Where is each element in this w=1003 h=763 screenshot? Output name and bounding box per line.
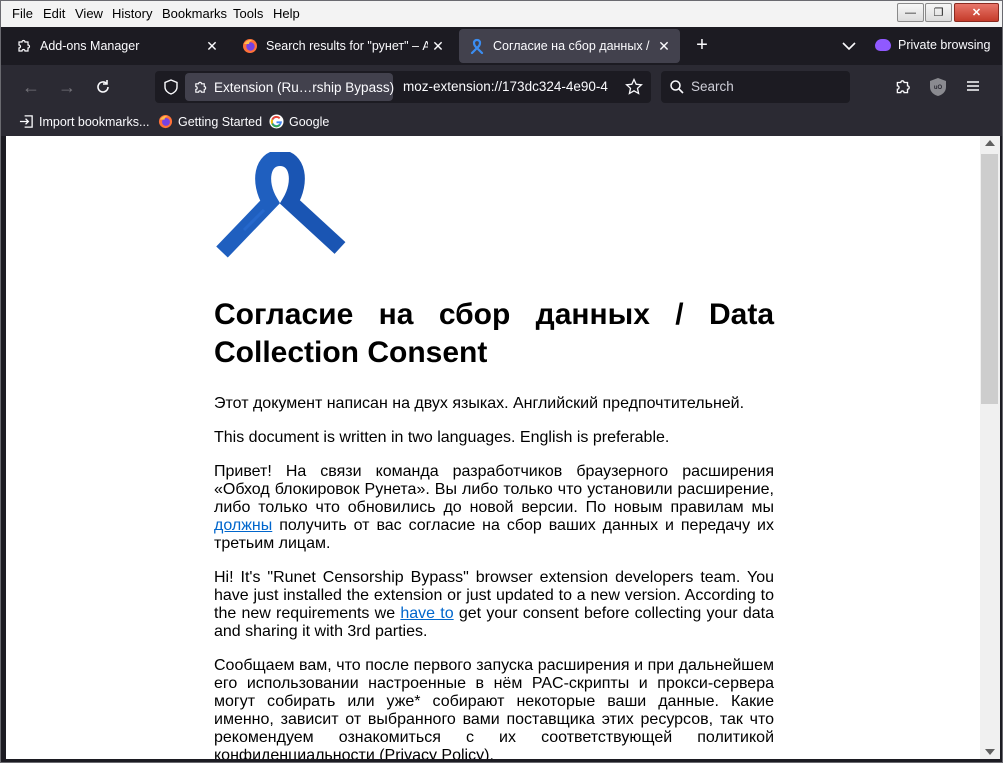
bookmark-import[interactable]: Import bookmarks... (19, 114, 149, 129)
reload-button[interactable] (91, 75, 115, 99)
private-browsing-indicator: Private browsing (875, 38, 990, 52)
minimize-icon: — (905, 6, 916, 19)
star-icon[interactable] (625, 78, 643, 96)
paragraph-ru-intro: Этот документ написан на двух языках. Ан… (214, 395, 745, 412)
menu-bar: File Edit View History Bookmarks Tools H… (1, 1, 1002, 27)
search-input[interactable]: Search (661, 71, 850, 103)
tab-label: Search results for "рунет" – Add-ons (266, 39, 428, 53)
menu-file[interactable]: File (12, 6, 33, 21)
minimize-button[interactable]: — (897, 3, 924, 22)
scrollbar-thumb[interactable] (981, 154, 998, 404)
link-dolzhny[interactable]: должны (214, 517, 272, 534)
page-content: Согласие на сбор данных / Data Collectio… (6, 136, 980, 759)
hamburger-menu-icon (967, 81, 979, 91)
chevron-down-icon[interactable] (839, 36, 859, 56)
menu-history[interactable]: History (112, 6, 152, 21)
extension-chip-label: Extension (Ru…rship Bypass) (214, 79, 395, 95)
menu-help[interactable]: Help (273, 6, 300, 21)
menu-bookmarks[interactable]: Bookmarks (162, 6, 227, 21)
tab-label: Согласие на сбор данных / Data (493, 39, 654, 53)
page-title: Согласие на сбор данных / Data Collectio… (214, 298, 774, 369)
bookmark-label: Import bookmarks... (39, 114, 150, 129)
tab-close-icon[interactable]: ✕ (428, 38, 448, 55)
reload-icon (97, 80, 109, 93)
puzzle-icon (195, 81, 207, 93)
google-icon (269, 114, 284, 129)
shield-icon[interactable] (163, 79, 179, 95)
bookmarks-toolbar: Import bookmarks... Getting Started Goog… (1, 109, 1002, 136)
tab-consent-page[interactable]: Согласие на сбор данных / Data ✕ (459, 29, 680, 63)
bookmark-google[interactable]: Google (269, 114, 329, 129)
tab-search-results[interactable]: Search results for "рунет" – Add-ons ✕ (232, 29, 454, 63)
close-window-button[interactable]: ✕ (954, 3, 999, 22)
import-icon (19, 115, 33, 128)
tab-close-icon[interactable]: ✕ (202, 38, 222, 55)
restore-icon: ❐ (933, 7, 944, 19)
private-browsing-label: Private browsing (898, 38, 991, 52)
link-have-to[interactable]: have to (400, 605, 453, 622)
paragraph-text: получить от вас согласие на сбор ваших д… (214, 517, 774, 552)
menu-tools[interactable]: Tools (233, 6, 263, 21)
menu-edit[interactable]: Edit (43, 6, 65, 21)
arrow-left-icon: ← (22, 77, 40, 97)
nav-bar: ← → Extension (Ru…rship Bypass) moz-exte… (1, 65, 1002, 109)
paragraph-ru-data-notice: Сообщаем вам, что после первого запуска … (214, 657, 774, 759)
ublock-origin-icon[interactable]: uO (929, 77, 947, 97)
extension-identity-chip[interactable]: Extension (Ru…rship Bypass) (185, 73, 395, 101)
menu-button[interactable] (966, 79, 980, 98)
back-button[interactable]: ← (19, 75, 43, 99)
new-tab-button[interactable]: + (691, 35, 713, 57)
tab-close-icon[interactable]: ✕ (654, 38, 674, 55)
paragraph-text: Привет! На связи команда разработчиков б… (214, 463, 774, 516)
tab-bar: Add-ons Manager ✕ Search results for "ру… (1, 27, 1002, 65)
paragraph-en-greeting: Hi! It's "Runet Censorship Bypass" brows… (214, 569, 774, 641)
ribbon-icon (470, 38, 484, 54)
puzzle-icon (18, 39, 31, 52)
arrow-right-icon: → (58, 77, 76, 97)
extensions-icon[interactable] (894, 78, 912, 96)
ribbon-logo (216, 152, 346, 258)
bookmark-label: Google (289, 114, 330, 129)
scroll-up-arrow-icon[interactable] (985, 140, 995, 146)
svg-text:uO: uO (934, 85, 943, 91)
menu-view[interactable]: View (75, 6, 103, 21)
url-bar[interactable]: Extension (Ru…rship Bypass) moz-extensio… (155, 71, 651, 103)
scroll-down-arrow-icon[interactable] (985, 749, 995, 755)
private-mask-icon (875, 39, 891, 51)
url-text[interactable]: moz-extension://173dc324-4e90-4 (403, 79, 619, 94)
forward-button[interactable]: → (55, 75, 79, 99)
restore-button[interactable]: ❐ (925, 3, 952, 22)
tab-label: Add-ons Manager (40, 39, 140, 53)
close-icon: ✕ (971, 7, 982, 19)
tab-addons-manager[interactable]: Add-ons Manager ✕ (6, 29, 228, 63)
browser-window: File Edit View History Bookmarks Tools H… (0, 0, 1003, 763)
bookmark-label: Getting Started (178, 114, 263, 129)
firefox-icon (243, 39, 257, 53)
search-placeholder: Search (691, 79, 734, 94)
search-icon (670, 80, 684, 94)
page-scrollbar[interactable] (980, 136, 1000, 759)
plus-icon: + (696, 34, 708, 56)
paragraph-en-intro: This document is written in two language… (214, 429, 670, 446)
paragraph-ru-greeting: Привет! На связи команда разработчиков б… (214, 463, 774, 553)
firefox-icon (158, 114, 173, 129)
bookmark-getting-started[interactable]: Getting Started (158, 114, 262, 129)
